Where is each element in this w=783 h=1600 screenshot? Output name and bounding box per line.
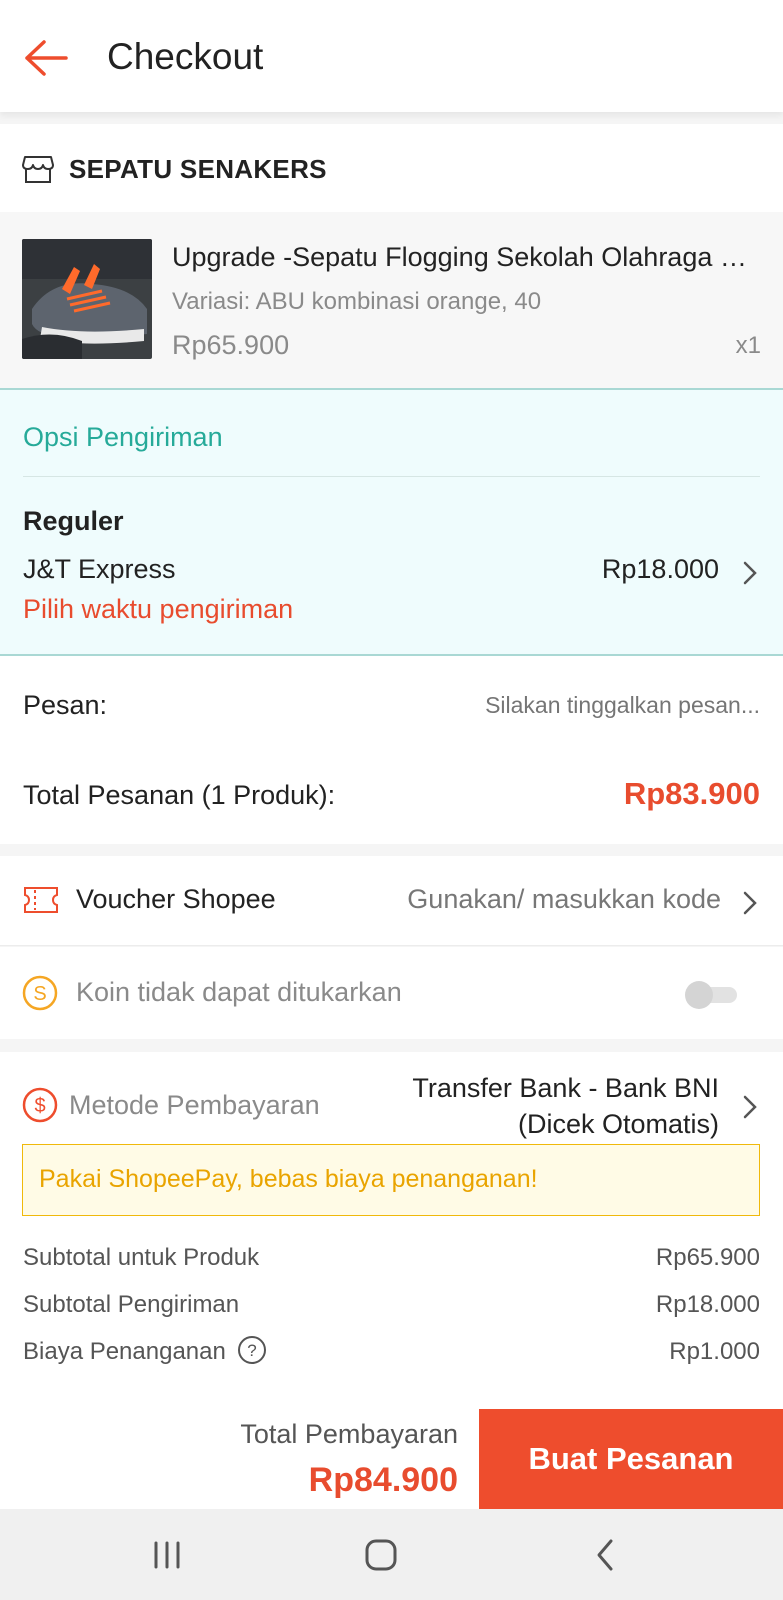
summary-row-products: Subtotal untuk Produk Rp65.900 xyxy=(23,1244,760,1278)
dollar-circle-icon: $ xyxy=(22,1087,58,1123)
product-image xyxy=(22,239,152,359)
shipping-section-title: Opsi Pengiriman xyxy=(23,422,223,452)
question-circle-icon[interactable]: ? xyxy=(237,1335,267,1365)
summary-row-handling: Biaya Penanganan ? Rp1.000 xyxy=(23,1335,760,1372)
shop-header[interactable]: SEPATU SENAKERS xyxy=(0,124,783,212)
system-nav-bar xyxy=(0,1509,783,1600)
chevron-right-icon[interactable] xyxy=(739,1092,761,1122)
page-title: Checkout xyxy=(107,36,264,77)
product-name: Upgrade -Sepatu Flogging Sekolah Olahrag… xyxy=(172,242,762,272)
product-quantity: x1 xyxy=(735,332,761,359)
store-icon xyxy=(22,156,54,183)
nav-back-icon[interactable] xyxy=(585,1533,629,1577)
payment-method-line2: (Dicek Otomatis) xyxy=(517,1109,719,1139)
checkout-bottom-bar: Total Pembayaran Rp84.900 Buat Pesanan xyxy=(0,1409,783,1509)
shopeepay-promo-banner[interactable]: Pakai ShopeePay, bebas biaya penanganan! xyxy=(22,1144,760,1216)
total-payment-label: Total Pembayaran xyxy=(240,1419,458,1449)
message-section: Pesan: Total Pesanan (1 Produk): Rp83.90… xyxy=(0,656,783,844)
app-header: Checkout xyxy=(0,0,783,112)
place-order-button[interactable]: Buat Pesanan xyxy=(479,1409,783,1509)
summary-label: Subtotal Pengiriman xyxy=(23,1291,240,1318)
recent-apps-icon[interactable] xyxy=(145,1533,189,1577)
summary-value: Rp1.000 xyxy=(669,1338,760,1365)
divider xyxy=(23,476,760,477)
payment-method-line1: Transfer Bank - Bank BNI xyxy=(412,1073,719,1103)
toggle-knob xyxy=(685,981,713,1009)
product-price: Rp65.900 xyxy=(172,330,290,360)
back-arrow-icon[interactable] xyxy=(22,38,68,78)
summary-value: Rp18.000 xyxy=(655,1291,760,1318)
svg-text:$: $ xyxy=(34,1095,45,1117)
home-icon[interactable] xyxy=(359,1533,403,1577)
voucher-code-prompt[interactable]: Gunakan/ masukkan kode xyxy=(407,884,721,915)
coin-icon: S xyxy=(22,975,58,1011)
summary-label: Biaya Penanganan xyxy=(23,1338,226,1365)
product-variation: Variasi: ABU kombinasi orange, 40 xyxy=(172,288,542,315)
svg-text:?: ? xyxy=(247,1341,256,1360)
payment-section: $ Metode Pembayaran Transfer Bank - Bank… xyxy=(0,1052,783,1412)
promo-text: Pakai ShopeePay, bebas biaya penanganan! xyxy=(39,1165,538,1193)
total-payment-value: Rp84.900 xyxy=(308,1461,458,1499)
coins-row: S Koin tidak dapat ditukarkan xyxy=(0,947,783,1039)
message-label: Pesan: xyxy=(23,690,108,720)
shipping-options: Opsi Pengiriman Reguler J&T Express Rp18… xyxy=(0,388,783,656)
payment-method-label: Metode Pembayaran xyxy=(69,1090,320,1120)
coins-label: Koin tidak dapat ditukarkan xyxy=(76,977,402,1007)
svg-text:S: S xyxy=(33,983,46,1005)
order-total-value: Rp83.900 xyxy=(623,776,760,811)
coins-toggle[interactable] xyxy=(685,981,737,1009)
shipping-courier[interactable]: J&T Express xyxy=(23,554,176,585)
summary-row-shipping: Subtotal Pengiriman Rp18.000 xyxy=(23,1291,760,1325)
chevron-right-icon[interactable] xyxy=(739,558,761,588)
product-item: Upgrade -Sepatu Flogging Sekolah Olahrag… xyxy=(0,212,783,388)
chevron-right-icon[interactable] xyxy=(739,888,761,918)
shipping-price[interactable]: Rp18.000 xyxy=(602,554,719,585)
select-delivery-time-link[interactable]: Pilih waktu pengiriman xyxy=(23,594,293,625)
summary-label: Subtotal untuk Produk xyxy=(23,1244,260,1271)
message-input[interactable] xyxy=(420,692,760,719)
payment-method-value[interactable]: Transfer Bank - Bank BNI (Dicek Otomatis… xyxy=(412,1070,719,1142)
summary-value: Rp65.900 xyxy=(655,1244,760,1271)
shop-name: SEPATU SENAKERS xyxy=(69,154,327,184)
voucher-label: Voucher Shopee xyxy=(76,884,276,914)
voucher-ticket-icon xyxy=(24,887,58,913)
order-total-label: Total Pesanan (1 Produk): xyxy=(23,780,336,810)
voucher-row[interactable]: Voucher Shopee Gunakan/ masukkan kode xyxy=(0,856,783,946)
shipping-type: Reguler xyxy=(23,506,124,536)
